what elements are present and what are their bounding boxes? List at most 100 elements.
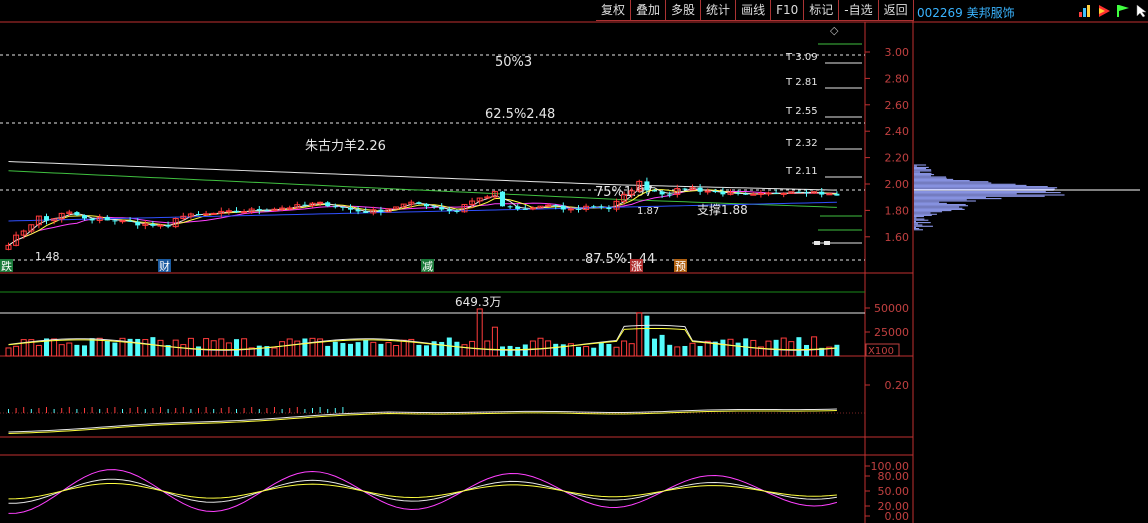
volume-bar: [112, 342, 118, 356]
candle-body: [644, 181, 650, 191]
toolbar-button-3[interactable]: 统计: [701, 0, 737, 21]
volume-bar: [378, 343, 384, 356]
candle-body: [225, 210, 232, 213]
play-icon[interactable]: [1096, 3, 1112, 17]
ma-long-white: [8, 161, 837, 191]
candle-body: [241, 211, 248, 214]
toolbar-button-0[interactable]: 复权: [596, 0, 632, 21]
target-label: T 2.55: [785, 106, 818, 117]
volume-bar: [393, 345, 400, 357]
candle-body: [765, 192, 772, 195]
volume-bar: [834, 344, 840, 356]
candle-body: [74, 212, 80, 216]
candle-body: [286, 207, 293, 210]
volume-bar: [13, 345, 20, 357]
candle-body: [340, 206, 346, 208]
indicator2-tick-label: 80.00: [878, 470, 910, 483]
indicator2-d-line: [8, 483, 837, 500]
event-marker-text: 财: [159, 259, 170, 273]
volume-bar: [82, 345, 87, 356]
volume-max-label: 649.3万: [455, 295, 501, 309]
candle-body: [553, 205, 559, 207]
candle-body: [348, 207, 353, 210]
volume-bar: [446, 337, 452, 356]
price-tick-label: 2.40: [885, 125, 910, 138]
candle-body: [234, 210, 239, 213]
toolbar-button-6[interactable]: 标记: [804, 0, 840, 21]
toolbar-button-8[interactable]: 返回: [878, 0, 914, 21]
flag-icon[interactable]: [1115, 3, 1131, 17]
candle-body: [606, 207, 612, 210]
candle-body: [44, 216, 49, 221]
candle-body: [515, 206, 521, 209]
price-tick-label: 1.80: [885, 204, 910, 217]
candle-body: [256, 209, 262, 211]
volume-bar: [424, 345, 429, 356]
volume-bar: [461, 344, 468, 357]
candle-body: [446, 209, 452, 211]
volume-bar: [416, 344, 422, 356]
target-label: T 2.11: [785, 166, 818, 177]
volume-bar: [674, 346, 681, 357]
volume-bar: [591, 347, 597, 356]
candle-body: [203, 213, 210, 216]
chart-area[interactable]: 50%362.5%2.4875%1.9787.5%1.44 T 3.09 T 2.…: [0, 0, 1148, 523]
price-marker: [824, 241, 830, 245]
candle-body: [82, 215, 87, 219]
volume-bar: [773, 339, 779, 356]
volume-bar: [385, 342, 392, 357]
candle-body: [157, 224, 164, 227]
candle-body: [819, 191, 825, 195]
volume-bar: [218, 338, 225, 357]
volume-bar: [157, 339, 164, 357]
volume-bar: [271, 347, 278, 357]
stock-title[interactable]: 002269 美邦服饰: [917, 4, 1015, 21]
indicator2-j-line: [8, 469, 838, 514]
candle-body: [652, 190, 657, 192]
candle-body: [598, 206, 604, 208]
volume-bar: [507, 345, 513, 356]
price-tick-label: 2.60: [885, 99, 910, 112]
cursor-icon[interactable]: [1134, 3, 1148, 18]
diamond-icon[interactable]: ◇: [830, 24, 839, 37]
volume-bar: [667, 344, 673, 356]
volume-bar: [234, 339, 239, 356]
chart-icon[interactable]: [1077, 3, 1093, 17]
indicator2-panel: 100.0080.0050.0020.000.00: [8, 460, 910, 523]
mid-price-label: 1.87: [637, 206, 659, 217]
candle-body: [378, 209, 384, 212]
candle-body: [424, 203, 429, 207]
candle-body: [560, 205, 566, 210]
volume-bar: [135, 338, 141, 356]
candle-body: [780, 192, 787, 195]
volume-bar: [370, 341, 377, 357]
toolbar-button-1[interactable]: 叠加: [631, 0, 667, 21]
toolbar-button-7[interactable]: -自选: [839, 0, 879, 21]
volume-bar: [537, 337, 544, 357]
volume-bar: [150, 337, 156, 356]
target-label: T 3.09: [785, 52, 818, 63]
candle-body: [507, 206, 513, 208]
event-markers[interactable]: 跌财减涨预: [0, 259, 687, 273]
candle-body: [682, 188, 688, 190]
volume-bar: [689, 342, 696, 357]
volume-bar: [780, 337, 787, 357]
toolbar-button-4[interactable]: 画线: [736, 0, 772, 21]
volume-bar: [210, 340, 217, 357]
panel-frame: [0, 0, 1148, 523]
volume-bar: [621, 340, 628, 357]
candle-body: [704, 190, 711, 193]
toolbar-button-2[interactable]: 多股: [666, 0, 702, 21]
volume-ma-white: [8, 324, 837, 351]
event-marker-text: 涨: [631, 260, 642, 273]
volume-bar: [256, 345, 262, 356]
toolbar-button-5[interactable]: F10: [771, 0, 805, 21]
fib-levels: 50%362.5%2.4875%1.9787.5%1.44: [0, 54, 865, 267]
candle-body: [500, 191, 505, 207]
volume-bar: [613, 346, 620, 357]
candle-body: [735, 192, 741, 194]
volume-bar: [96, 337, 103, 357]
candle-body: [439, 207, 445, 210]
volume-bar: [348, 343, 353, 356]
volume-bar: [325, 345, 331, 356]
